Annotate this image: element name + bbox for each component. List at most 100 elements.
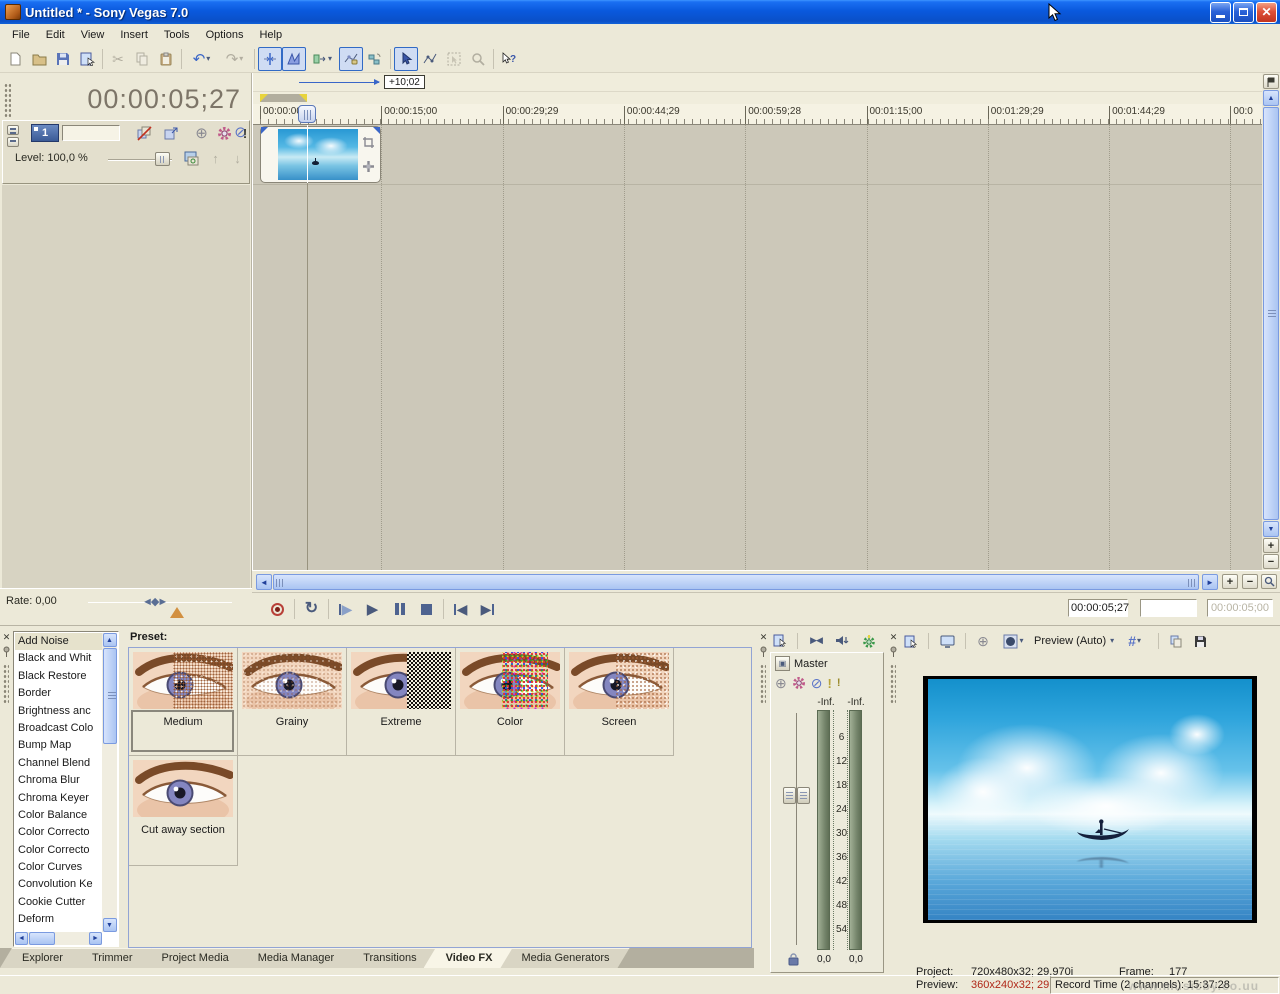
copy-button[interactable]: [130, 47, 154, 71]
fx-scroll-right-button[interactable]: ►: [89, 932, 102, 945]
solo-icon[interactable]: !: [827, 677, 831, 690]
auto-crossfades-button[interactable]: [282, 47, 306, 71]
video-track-header[interactable]: 1 ⊕ ⊘ ! Level: 100,0 % ↑ ↓: [2, 120, 250, 184]
compositing-mode-button[interactable]: [183, 150, 200, 167]
fx-list-vscrollbar[interactable]: ▲ ▼: [102, 633, 117, 932]
zoom-in-tracks-button[interactable]: +: [1263, 538, 1279, 553]
overlays-button[interactable]: #▾: [1118, 632, 1151, 651]
fx-list-item[interactable]: Add Noise: [15, 633, 102, 650]
undo-button[interactable]: ↶▾: [185, 47, 218, 71]
master-fx-button[interactable]: [857, 631, 879, 650]
scroll-left-button[interactable]: ◄: [256, 574, 272, 590]
make-compositing-parent-button[interactable]: ↓: [229, 150, 246, 167]
restore-button[interactable]: [1233, 2, 1254, 23]
end-time-field[interactable]: 00:00:05;00: [1207, 599, 1273, 617]
zoom-edit-tool-button[interactable]: [466, 47, 490, 71]
fx-close-button[interactable]: ✕: [1, 632, 12, 643]
mute-icon[interactable]: ⊘: [811, 676, 823, 690]
cut-button[interactable]: ✂: [106, 47, 130, 71]
grip-dots[interactable]: [3, 664, 9, 704]
track-minimize-button[interactable]: [7, 125, 19, 135]
playhead-cursor[interactable]: [307, 125, 308, 570]
external-monitor-button[interactable]: [936, 632, 958, 651]
redo-button[interactable]: ↷▾: [218, 47, 251, 71]
grip-dots[interactable]: [890, 664, 896, 704]
preview-quality-button[interactable]: ▾: [997, 632, 1030, 651]
panel-grip[interactable]: [4, 83, 11, 119]
master-fader-thumb[interactable]: [783, 787, 810, 804]
normal-edit-tool-button[interactable]: [394, 47, 418, 71]
fx-list-item[interactable]: Deform: [15, 911, 102, 928]
track-area[interactable]: [253, 125, 1262, 570]
track-number[interactable]: 1: [31, 124, 59, 142]
record-button[interactable]: [264, 597, 291, 621]
minimize-button[interactable]: [1210, 2, 1231, 23]
play-button[interactable]: ▶: [359, 597, 386, 621]
preset-cell[interactable]: Color: [456, 648, 565, 756]
master-meter-options-button[interactable]: ▣: [775, 656, 790, 671]
preview-close-button[interactable]: ✕: [888, 632, 899, 643]
selection-length-field[interactable]: [1140, 599, 1197, 617]
fx-list-item[interactable]: Border: [15, 685, 102, 702]
preview-quality-label[interactable]: Preview (Auto): [1034, 635, 1106, 647]
fx-list-item[interactable]: Brightness anc: [15, 703, 102, 720]
bypass-motion-blur-button[interactable]: [136, 125, 153, 142]
fx-list-item[interactable]: Color Correcto: [15, 842, 102, 859]
play-from-start-button[interactable]: ▶: [332, 597, 359, 621]
menu-file[interactable]: File: [4, 27, 38, 43]
dock-tab-transitions[interactable]: Transitions: [341, 948, 436, 968]
fx-scroll-down-button[interactable]: ▼: [103, 918, 117, 932]
properties-button[interactable]: [75, 47, 99, 71]
loop-playback-button[interactable]: ↻: [298, 597, 325, 621]
fx-list-hscrollbar[interactable]: ◄ ►: [15, 932, 102, 945]
zoom-out-tracks-button[interactable]: −: [1263, 554, 1279, 569]
whats-this-help-button[interactable]: ?: [497, 47, 521, 71]
track-fx-button[interactable]: [216, 125, 233, 142]
mixer-pin-button[interactable]: [759, 646, 768, 657]
loop-region[interactable]: [260, 94, 307, 102]
marker-tool-button[interactable]: [1263, 74, 1279, 89]
scroll-down-button[interactable]: ▼: [1263, 521, 1279, 537]
fx-list-item[interactable]: Channel Blend: [15, 755, 102, 772]
save-snapshot-button[interactable]: [1190, 632, 1210, 651]
enable-snapping-button[interactable]: [258, 47, 282, 71]
dim-output-button[interactable]: [831, 631, 853, 650]
fx-list-item[interactable]: Bump Map: [15, 737, 102, 754]
fx-list-item[interactable]: Broadcast Colo: [15, 720, 102, 737]
fx-scroll-up-button[interactable]: ▲: [103, 633, 117, 647]
dock-tab-trimmer[interactable]: Trimmer: [70, 948, 153, 968]
lock-fader-icon[interactable]: [788, 953, 799, 966]
project-properties-button[interactable]: [901, 632, 921, 651]
video-track-lane[interactable]: [253, 125, 1262, 185]
mixer-close-button[interactable]: ✕: [758, 632, 769, 643]
preview-pin-button[interactable]: [889, 646, 898, 657]
track-pan-button[interactable]: ⊕: [193, 125, 210, 142]
master-fader-track[interactable]: [796, 713, 797, 945]
preview-window-grip[interactable]: ✕: [887, 630, 900, 975]
envelope-edit-tool-button[interactable]: [418, 47, 442, 71]
video-event-clip[interactable]: [260, 126, 381, 183]
video-event-pan-crop-button[interactable]: ⊕: [973, 632, 993, 651]
fx-list-item[interactable]: Black and Whit: [15, 650, 102, 667]
timecode-display[interactable]: 00:00:05;27: [87, 84, 241, 115]
rate-slider-handle[interactable]: ◄◆►: [142, 595, 166, 608]
fx-scroll-left-button[interactable]: ◄: [15, 932, 28, 945]
event-pan-crop-button[interactable]: [362, 136, 377, 151]
fx-list-item[interactable]: Black Restore: [15, 668, 102, 685]
fx-list-item[interactable]: Color Correcto: [15, 824, 102, 841]
mixer-window-grip[interactable]: ✕: [757, 630, 770, 975]
fx-hscrollbar-thumb[interactable]: [29, 932, 55, 945]
auto-ripple-button[interactable]: ▾: [306, 47, 339, 71]
track-motion-button[interactable]: [163, 125, 180, 142]
mixer-properties-button[interactable]: [770, 631, 790, 650]
preset-cell[interactable]: Cut away section: [129, 756, 238, 866]
dock-tab-media-generators[interactable]: Media Generators: [499, 948, 629, 968]
preset-cell[interactable]: Medium: [129, 648, 238, 756]
menu-view[interactable]: View: [73, 27, 113, 43]
playhead-grabber[interactable]: [298, 105, 316, 123]
track-name-field[interactable]: [62, 125, 120, 141]
copy-snapshot-button[interactable]: [1166, 632, 1186, 651]
fx-list-item[interactable]: Chroma Blur: [15, 772, 102, 789]
dock-tab-project-media[interactable]: Project Media: [140, 948, 249, 968]
scroll-up-button[interactable]: ▲: [1263, 90, 1279, 106]
